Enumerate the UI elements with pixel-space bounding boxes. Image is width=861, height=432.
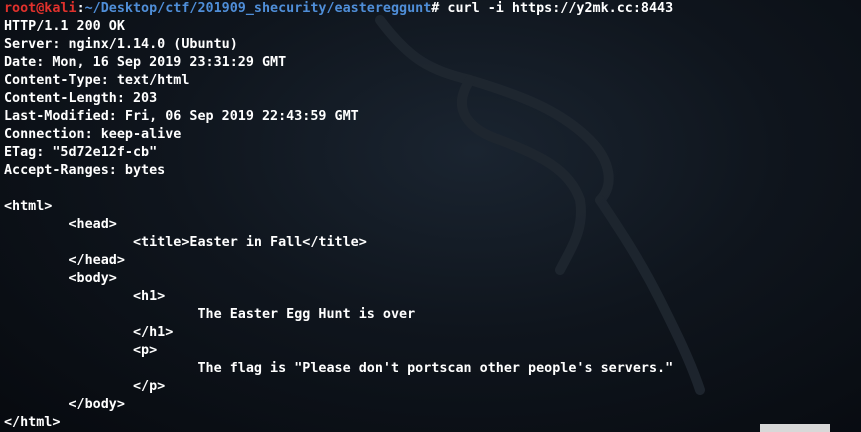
output-line: </p>: [4, 379, 166, 394]
prompt-separator: :: [76, 1, 85, 16]
output-line: </html>: [4, 415, 61, 430]
prompt-command: curl -i https://y2mk.cc:8443: [439, 1, 674, 16]
prompt-line: root@kali:~/Desktop/ctf/201909_shecurity…: [4, 0, 861, 18]
terminal-output: root@kali:~/Desktop/ctf/201909_shecurity…: [4, 0, 861, 432]
output-line: The Easter Egg Hunt is over: [4, 307, 416, 322]
terminal-cursor: [760, 424, 830, 432]
output-line: </head>: [4, 253, 125, 268]
output-line: <title>Easter in Fall</title>: [4, 235, 367, 250]
output-line: Content-Type: text/html: [4, 73, 190, 88]
output-line: The flag is "Please don't portscan other…: [4, 361, 674, 376]
output-line: ETag: "5d72e12f-cb": [4, 145, 158, 160]
command-output: HTTP/1.1 200 OK Server: nginx/1.14.0 (Ubu…: [4, 18, 861, 432]
output-line: Content-Length: 203: [4, 91, 158, 106]
prompt-cwd: ~/Desktop/ctf/201909_shecurity/easteregg…: [84, 1, 432, 16]
output-line: Accept-Ranges: bytes: [4, 163, 166, 178]
output-line: <h1>: [4, 289, 166, 304]
output-line: Connection: keep-alive: [4, 127, 182, 142]
output-line: Date: Mon, 16 Sep 2019 23:31:29 GMT: [4, 55, 287, 70]
output-line: <p>: [4, 343, 158, 358]
output-line: </h1>: [4, 325, 174, 340]
prompt-user-host: root@kali: [4, 1, 77, 16]
output-line: Server: nginx/1.14.0 (Ubuntu): [4, 37, 238, 52]
output-line: <body>: [4, 271, 117, 286]
output-line: HTTP/1.1 200 OK: [4, 19, 125, 34]
output-line: <html>: [4, 199, 53, 214]
output-line: Last-Modified: Fri, 06 Sep 2019 22:43:59…: [4, 109, 359, 124]
output-line: </body>: [4, 397, 125, 412]
terminal-window[interactable]: root@kali:~/Desktop/ctf/201909_shecurity…: [0, 0, 861, 432]
output-line: <head>: [4, 217, 117, 232]
